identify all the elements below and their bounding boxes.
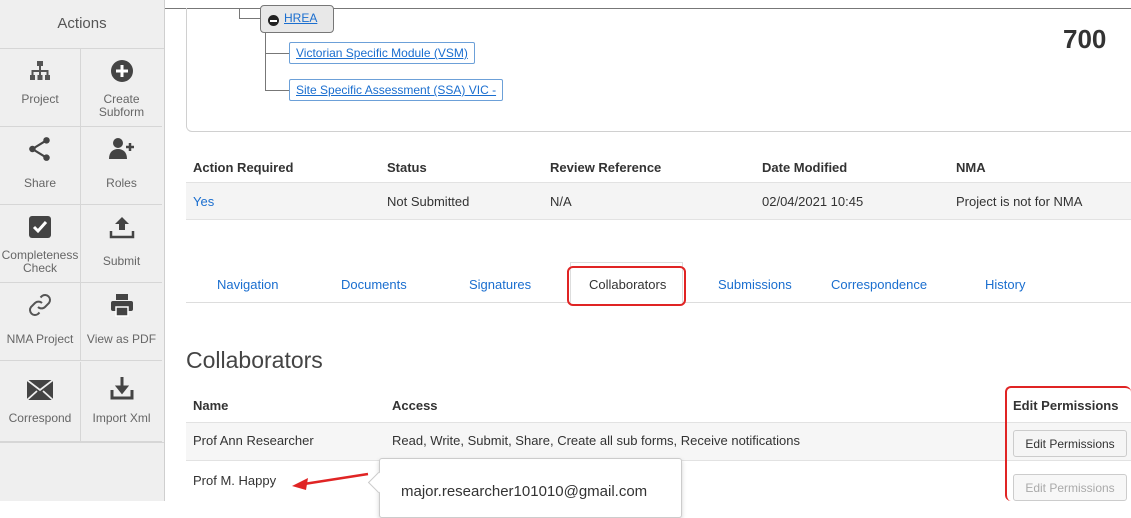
submit-button[interactable]: Submit (81, 205, 162, 283)
tab-correspondence[interactable]: Correspondence (831, 277, 927, 292)
checkbox-icon (0, 211, 80, 243)
import-icon (81, 372, 162, 404)
tree-node-hrea[interactable]: HREA (260, 5, 334, 33)
tree-node-ssa[interactable]: Site Specific Assessment (SSA) VIC - (289, 79, 504, 101)
sidebar-label: View as PDF (86, 332, 157, 346)
link-icon (0, 289, 80, 321)
view-as-pdf-button[interactable]: View as PDF (81, 283, 162, 361)
tab-submissions[interactable]: Submissions (718, 277, 792, 292)
summary-header-status: Status (387, 160, 427, 175)
project-number: 700 (1063, 24, 1107, 54)
plus-circle-icon (81, 55, 162, 87)
envelope-icon (0, 374, 80, 406)
col-header-name: Name (193, 398, 229, 413)
summary-review-reference: N/A (550, 194, 572, 209)
collapse-icon[interactable] (268, 15, 279, 26)
sidebar-label: Submit (102, 254, 141, 268)
section-title: Collaborators (186, 347, 323, 373)
summary-action-required[interactable]: Yes (193, 194, 214, 209)
highlight-collaborators-tab (567, 266, 686, 306)
sidebar-label-2: Subform (98, 105, 145, 119)
summary-header-nma: NMA (956, 160, 986, 175)
sidebar-label: Share (23, 176, 57, 190)
tree-node-vsm[interactable]: Victorian Specific Module (VSM) (289, 42, 475, 64)
tree-connector (265, 33, 266, 91)
summary-header-review-reference: Review Reference (550, 160, 662, 175)
share-icon (0, 133, 80, 165)
collaborator-access: Read, Write, Submit, Share, Create all s… (392, 433, 800, 448)
sidebar-label: Project (21, 92, 59, 106)
summary-header-date-modified: Date Modified (762, 160, 848, 175)
sidebar-empty-cell (0, 442, 164, 502)
sidebar-label: NMA Project (6, 332, 74, 346)
create-subform-button[interactable]: Create Subform (81, 49, 162, 127)
tab-documents[interactable]: Documents (341, 277, 407, 292)
tab-history[interactable]: History (985, 277, 1025, 292)
printer-icon (81, 289, 162, 321)
roles-button[interactable]: Roles (81, 127, 162, 205)
user-plus-icon (81, 133, 162, 165)
tree-node-hrea-link[interactable]: HREA (284, 11, 317, 25)
tree-connector (239, 18, 260, 19)
summary-nma: Project is not for NMA (956, 194, 1083, 209)
annotation-arrow-icon (292, 472, 369, 490)
project-button[interactable]: Project (0, 49, 81, 127)
sidebar-label-2: Check (22, 261, 57, 275)
sidebar-label: Roles (106, 176, 137, 190)
upload-icon (81, 211, 162, 243)
tree-connector (265, 90, 289, 91)
import-xml-button[interactable]: Import Xml (81, 362, 162, 442)
share-button[interactable]: Share (0, 127, 81, 205)
correspond-button[interactable]: Correspond (0, 362, 81, 442)
hierarchy-icon (0, 55, 80, 87)
sidebar-label: Import Xml (92, 411, 151, 425)
tooltip-email: major.researcher101010@gmail.com (401, 483, 648, 500)
highlight-edit-permissions (1005, 386, 1131, 501)
sidebar-title: Actions (0, 0, 164, 49)
sidebar-label: Create (103, 92, 140, 106)
summary-header-action-required: Action Required (193, 160, 294, 175)
sidebar-label: Completeness (1, 248, 79, 262)
summary-status: Not Submitted (387, 194, 470, 209)
col-header-access: Access (392, 398, 438, 413)
sidebar-label: Correspond (8, 411, 72, 425)
collaborator-name: Prof M. Happy (193, 473, 277, 488)
collaborator-name: Prof Ann Researcher (193, 433, 314, 448)
summary-date-modified: 02/04/2021 10:45 (762, 194, 864, 209)
actions-sidebar: Actions Project Create Subform Share Role… (0, 0, 165, 501)
tab-navigation[interactable]: Navigation (217, 277, 278, 292)
tree-connector (265, 53, 289, 54)
email-tooltip: major.researcher101010@gmail.com (367, 458, 682, 518)
nma-project-button[interactable]: NMA Project (0, 283, 81, 361)
completeness-check-button[interactable]: Completeness Check (0, 205, 81, 283)
tab-signatures[interactable]: Signatures (469, 277, 531, 292)
